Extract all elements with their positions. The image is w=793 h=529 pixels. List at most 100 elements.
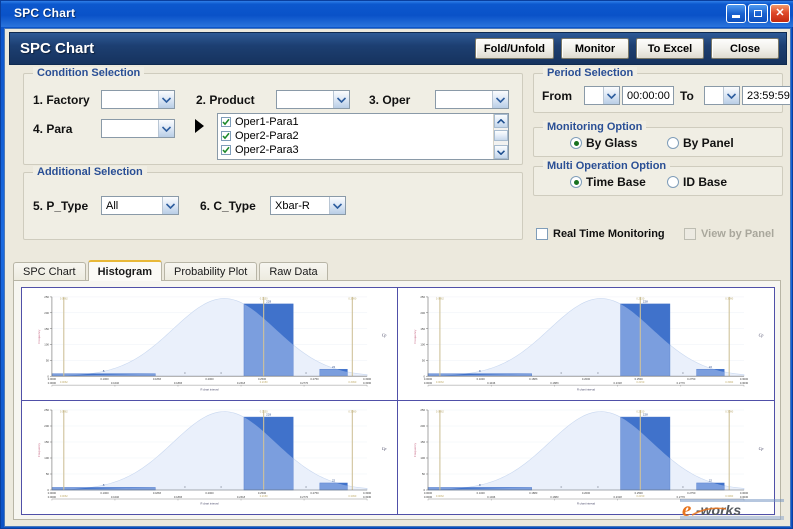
parameter-list[interactable]: Oper1-Para1 Oper2-Para2 Oper2-Para3 <box>217 113 509 160</box>
to-excel-button[interactable]: To Excel <box>636 38 704 59</box>
svg-text:200: 200 <box>44 311 49 315</box>
multi-operation-option-title: Multi Operation Option <box>543 160 671 172</box>
additional-selection-group: Additional Selection 5. P_Type All 6. C_… <box>23 166 523 240</box>
to-date-select[interactable] <box>704 86 740 105</box>
from-time-input[interactable]: 00:00:00 <box>622 86 674 105</box>
checkbox-icon[interactable] <box>536 228 548 240</box>
checkbox-checked-icon[interactable] <box>221 144 231 155</box>
client-area: SPC Chart Fold/Unfold Monitor To Excel C… <box>4 28 791 527</box>
svg-text:0.1046: 0.1046 <box>111 381 120 385</box>
parameter-list-scrollbar[interactable] <box>493 114 508 159</box>
scroll-up-icon[interactable] <box>494 114 508 128</box>
chevron-down-icon <box>158 120 174 137</box>
list-item[interactable]: Oper2-Para2 <box>218 129 508 142</box>
svg-text:50: 50 <box>46 359 50 363</box>
to-time-input[interactable]: 23:59:59 <box>742 86 790 105</box>
svg-text:250: 250 <box>420 295 425 299</box>
histogram-chart-4[interactable]: 8 228 22 0 0 0 0.0062 0.0062 0.2150 0.2150 0.3090 0… <box>398 401 774 514</box>
factory-select[interactable] <box>101 90 175 109</box>
svg-text:0.2318: 0.2318 <box>613 495 622 499</box>
view-by-panel-checkbox: View by Panel <box>684 228 774 240</box>
svg-text:0.2750: 0.2750 <box>310 491 319 495</box>
svg-text:0.1000: 0.1000 <box>100 377 109 381</box>
radio-by-panel[interactable]: By Panel <box>667 136 734 150</box>
svg-text:0.3030: 0.3030 <box>363 381 372 385</box>
svg-text:Frequency: Frequency <box>37 442 41 457</box>
real-time-monitoring-checkbox[interactable]: Real Time Monitoring <box>536 228 665 240</box>
fold-unfold-button[interactable]: Fold/Unfold <box>474 38 554 59</box>
period-selection-title: Period Selection <box>543 67 638 79</box>
list-item[interactable]: Oper1-Para1 <box>218 115 508 128</box>
svg-text:0.2750: 0.2750 <box>687 491 696 495</box>
radio-unselected-icon[interactable] <box>667 137 679 149</box>
factory-label: 1. Factory <box>33 93 90 107</box>
histogram-chart-2[interactable]: 8 228 22 0 0 0 0.0062 0.0062 0.2150 0.2150 0.3090 0… <box>398 288 774 401</box>
svg-text:0.2500: 0.2500 <box>258 377 267 381</box>
radio-unselected-icon[interactable] <box>667 176 679 188</box>
page-title: SPC Chart <box>20 40 95 57</box>
monitor-button[interactable]: Monitor <box>561 38 629 59</box>
svg-text:0.1883: 0.1883 <box>529 491 538 495</box>
svg-text:0.1883: 0.1883 <box>550 495 559 499</box>
from-date-select[interactable] <box>584 86 620 105</box>
svg-text:0.1000: 0.1000 <box>100 491 109 495</box>
svg-text:0.0000: 0.0000 <box>424 495 433 499</box>
para-select[interactable] <box>101 119 175 138</box>
p-type-select[interactable]: All <box>101 196 179 215</box>
svg-text:0.2770: 0.2770 <box>300 381 309 385</box>
chevron-down-icon <box>603 87 619 104</box>
svg-text:0.2500: 0.2500 <box>258 491 267 495</box>
svg-text:0.2770: 0.2770 <box>300 495 309 499</box>
histogram-chart-3[interactable]: 8 228 22 0 0 0 0.0062 0.0062 0.2150 0.2150 0.3090 0… <box>22 401 398 514</box>
condition-selection-title: Condition Selection <box>33 67 145 79</box>
histogram-chart-1[interactable]: 8 228 22 0 0 0 0.0062 0.0062 0.2150 0.2150 0.3090 0… <box>22 288 398 401</box>
svg-text:0.2000: 0.2000 <box>205 377 214 381</box>
svg-text:Frequency: Frequency <box>37 329 41 343</box>
svg-text:150: 150 <box>420 327 425 331</box>
minimize-button[interactable] <box>726 4 746 23</box>
close-button[interactable]: ✕ <box>770 4 790 23</box>
tab-bar: SPC Chart Histogram Probability Plot Raw… <box>13 260 330 281</box>
tab-spc-chart[interactable]: SPC Chart <box>13 262 86 281</box>
from-label: From <box>542 89 572 103</box>
oper-select[interactable] <box>435 90 509 109</box>
tab-histogram[interactable]: Histogram <box>87 260 162 281</box>
restore-button[interactable] <box>748 4 768 23</box>
svg-text:0.3030: 0.3030 <box>740 381 749 385</box>
scroll-down-icon[interactable] <box>494 145 508 159</box>
svg-text:0.3000: 0.3000 <box>740 377 749 381</box>
svg-text:0.0062: 0.0062 <box>436 297 444 301</box>
svg-text:50: 50 <box>422 359 426 363</box>
svg-text:0.3090: 0.3090 <box>725 410 733 414</box>
svg-text:0.3030: 0.3030 <box>363 495 372 499</box>
radio-selected-icon[interactable] <box>570 176 582 188</box>
transfer-arrow-icon[interactable] <box>195 119 204 133</box>
svg-text:0.3090: 0.3090 <box>725 494 733 498</box>
list-item[interactable]: Oper2-Para3 <box>218 143 508 156</box>
radio-by-glass[interactable]: By Glass <box>570 136 637 150</box>
svg-text:R chart interval: R chart interval <box>200 388 218 392</box>
close-action-button[interactable]: Close <box>711 38 779 59</box>
svg-text:0.2500: 0.2500 <box>635 377 644 381</box>
tab-raw-data[interactable]: Raw Data <box>259 262 328 281</box>
multi-operation-option-group: Multi Operation Option Time Base ID Base <box>533 160 783 196</box>
radio-selected-icon[interactable] <box>570 137 582 149</box>
svg-text:0.0000: 0.0000 <box>424 377 433 381</box>
list-item-label: Oper1-Para1 <box>235 115 299 128</box>
svg-text:0.3090: 0.3090 <box>348 494 356 498</box>
radio-time-base[interactable]: Time Base <box>570 175 646 189</box>
radio-id-base[interactable]: ID Base <box>667 175 727 189</box>
header-actions: Fold/Unfold Monitor To Excel Close <box>474 38 779 59</box>
svg-text:150: 150 <box>420 440 425 444</box>
checkbox-checked-icon[interactable] <box>221 130 231 141</box>
product-select[interactable] <box>276 90 350 109</box>
svg-text:0.2770: 0.2770 <box>677 495 686 499</box>
app-header: SPC Chart Fold/Unfold Monitor To Excel C… <box>9 32 787 65</box>
para-label: 4. Para <box>33 122 73 136</box>
svg-text:100: 100 <box>44 456 49 460</box>
svg-text:0.0062: 0.0062 <box>436 494 444 498</box>
scrollbar-thumb[interactable] <box>494 130 508 141</box>
c-type-select[interactable]: Xbar-R <box>270 196 346 215</box>
checkbox-checked-icon[interactable] <box>221 116 231 127</box>
tab-probability-plot[interactable]: Probability Plot <box>163 262 258 281</box>
